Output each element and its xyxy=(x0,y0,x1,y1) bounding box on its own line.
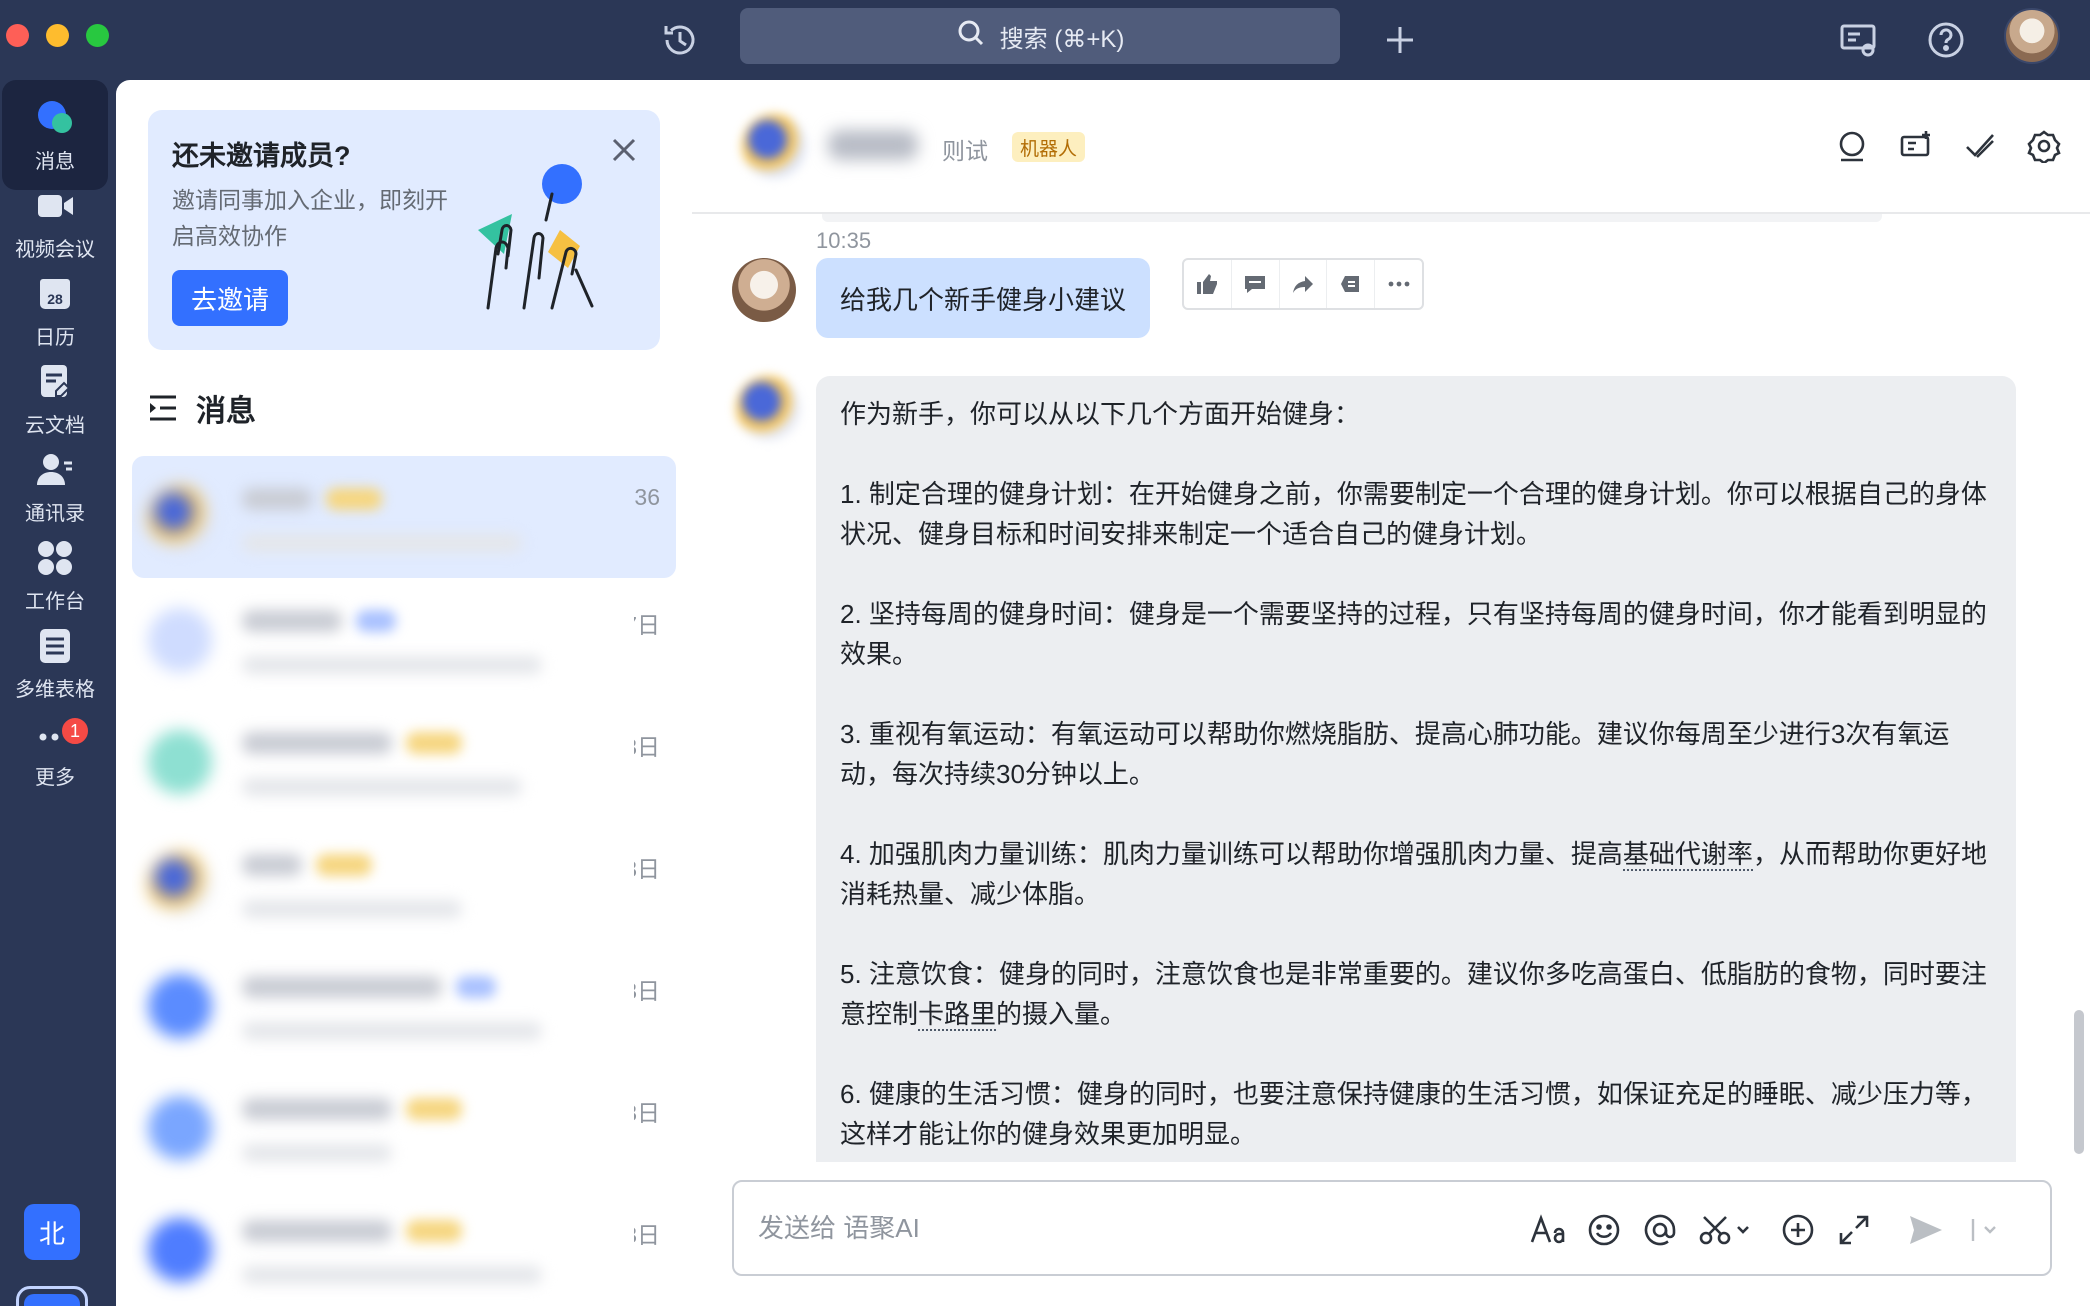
minimize-window-button[interactable] xyxy=(46,24,69,47)
search-placeholder: 搜索 (⌘+K) xyxy=(999,25,1125,53)
notification-badge: 1 xyxy=(60,716,90,746)
chat-bubble-icon xyxy=(38,100,72,133)
bot-tag: 机器人 xyxy=(1012,132,1086,162)
table-icon xyxy=(40,628,70,663)
bot-message-avatar[interactable] xyxy=(736,376,800,440)
conversation-item[interactable]: 10:36 xyxy=(132,456,676,578)
zoom-window-button[interactable] xyxy=(86,24,109,47)
message-action-bar xyxy=(1182,258,1424,310)
nav-item-more[interactable]: 更多 1 xyxy=(2,696,108,806)
conversation-list: 10:36 17日 13日 13日 xyxy=(132,456,676,1306)
title-bar: 搜索 (⌘+K) xyxy=(0,0,2090,80)
bot-reply-point-2: 2. 坚持每周的健身时间：健身是一个需要坚持的过程，只有坚持每周的健身时间，你才… xyxy=(840,599,1987,669)
hands-illustration-icon xyxy=(478,164,594,310)
messages-title: 消息 xyxy=(196,395,256,428)
list-toggle-icon[interactable] xyxy=(148,394,178,422)
bot-reply-intro: 作为新手，你可以从以下几个方面开始健身： xyxy=(840,399,1361,429)
add-tab-icon[interactable] xyxy=(1894,124,1938,168)
emoji-icon[interactable] xyxy=(1580,1206,1628,1254)
document-icon xyxy=(41,364,71,397)
apps-grid-icon xyxy=(38,540,72,575)
search-icon xyxy=(956,18,986,55)
conversation-item[interactable]: 23日 xyxy=(132,1188,676,1306)
video-camera-icon xyxy=(38,194,73,217)
add-circle-icon[interactable] xyxy=(1774,1206,1822,1254)
message-timestamp: 10:35 xyxy=(816,228,872,253)
workspace-one-button[interactable]: 1 xyxy=(16,1286,88,1306)
invite-members-card: 还未邀请成员? 邀请同事加入企业，即刻开启高效协作 去邀请 xyxy=(148,110,660,350)
user-message-bubble[interactable]: 给我几个新手健身小建议 xyxy=(816,258,1151,338)
settings-gear-icon[interactable] xyxy=(2022,124,2066,168)
text-format-icon[interactable] xyxy=(1524,1206,1572,1254)
workspace-bei-button[interactable]: 北 xyxy=(24,1204,80,1260)
user-message-avatar[interactable] xyxy=(732,258,796,322)
reply-comment-icon[interactable] xyxy=(1232,260,1280,308)
add-icon[interactable] xyxy=(1374,14,1426,66)
workplace-monitor-icon[interactable] xyxy=(1832,14,1884,66)
chat-header: 则试 机器人 xyxy=(692,80,2090,214)
previous-message-edge xyxy=(822,214,1882,222)
conversation-item[interactable]: 13日 xyxy=(132,944,676,1066)
bot-reply-point-5: 5. 注意饮食：健身的同时，注意饮食也是非常重要的。建议你多吃高蛋白、低脂肪的食… xyxy=(840,954,1992,1034)
send-options-chevron-down-icon[interactable] xyxy=(1966,1206,2006,1254)
search-bar[interactable]: 搜索 (⌘+K) xyxy=(740,8,1340,64)
conversation-item[interactable]: 13日 xyxy=(132,700,676,822)
expand-icon[interactable] xyxy=(1830,1206,1878,1254)
chat-panel: 则试 机器人 10:35 给我几个新手健身小建议 作为新手，你可以从以下几个方面… xyxy=(692,80,2090,1306)
keyword-link[interactable]: 卡路里 xyxy=(918,999,997,1031)
mention-at-icon[interactable] xyxy=(1636,1206,1684,1254)
contacts-icon xyxy=(37,453,72,485)
nav-label: 更多 xyxy=(35,766,75,789)
user-avatar[interactable] xyxy=(2004,8,2060,64)
keyword-link[interactable]: 基础代谢率 xyxy=(1622,839,1753,871)
thumbs-up-icon[interactable] xyxy=(1184,260,1232,308)
help-icon[interactable] xyxy=(1920,14,1972,66)
left-navigation: 消息 视频会议 28 日历 云文档 通讯录 工作台 多维表格 更多 1 北 1 xyxy=(0,80,116,1306)
bot-message-bubble[interactable]: 作为新手，你可以从以下几个方面开始健身： 1. 制定合理的健身计划：在开始健身之… xyxy=(816,376,2016,1276)
more-options-icon[interactable] xyxy=(1375,260,1422,308)
pin-icon[interactable] xyxy=(1327,260,1376,308)
messages-section-header: 消息 xyxy=(148,386,256,430)
calendar-icon: 28 xyxy=(40,278,70,309)
bot-reply-point-4: 4. 加强肌肉力量训练：肌肉力量训练可以帮助你增强肌肉力量、提高基础代谢率，从而… xyxy=(840,834,1992,914)
bot-reply-point-6: 6. 健康的生活习惯：健身的同时，也要注意保持健康的生活习惯，如保证充足的睡眠、… xyxy=(840,1079,1987,1149)
chat-name[interactable]: 则试 xyxy=(942,132,988,166)
forward-icon[interactable] xyxy=(1280,260,1328,308)
message-input[interactable] xyxy=(758,1206,1458,1250)
bot-avatar[interactable] xyxy=(742,114,806,178)
chat-name-redacted xyxy=(828,130,918,160)
invite-button[interactable]: 去邀请 xyxy=(172,270,288,326)
calendar-date: 28 xyxy=(47,291,63,307)
conversation-item[interactable]: 13日 xyxy=(132,1066,676,1188)
workspace-one-label: 1 xyxy=(24,1294,80,1306)
invite-description: 邀请同事加入企业，即刻开启高效协作 xyxy=(172,187,448,249)
message-composer xyxy=(732,1180,2052,1276)
bot-reply-text: 4. 加强肌肉力量训练：肌肉力量训练可以帮助你增强肌肉力量、提高 xyxy=(840,839,1623,869)
chat-scrollbar[interactable] xyxy=(2074,1010,2084,1154)
search-chat-icon[interactable] xyxy=(1830,124,1874,168)
bot-reply-point-3: 3. 重视有氧运动：有氧运动可以帮助你燃烧脂肪、提高心肺功能。建议你每周至少进行… xyxy=(840,719,1950,789)
invite-title: 还未邀请成员? xyxy=(172,141,351,171)
bot-reply-point-1: 1. 制定合理的健身计划：在开始健身之前，你需要制定一个合理的健身计划。你可以根… xyxy=(840,479,1987,549)
screenshot-scissors-icon[interactable] xyxy=(1694,1206,1758,1254)
conversation-item[interactable]: 13日 xyxy=(132,822,676,944)
close-window-button[interactable] xyxy=(6,24,29,47)
conversation-panel: 还未邀请成员? 邀请同事加入企业，即刻开启高效协作 去邀请 消息 17日 13日… xyxy=(116,80,692,1306)
history-icon[interactable] xyxy=(654,14,706,66)
send-icon[interactable] xyxy=(1902,1206,1950,1254)
conversation-item[interactable]: 17日 xyxy=(132,578,676,700)
bot-reply-text: 的摄入量。 xyxy=(996,999,1127,1029)
checkmark-pen-icon[interactable] xyxy=(1958,124,2002,168)
